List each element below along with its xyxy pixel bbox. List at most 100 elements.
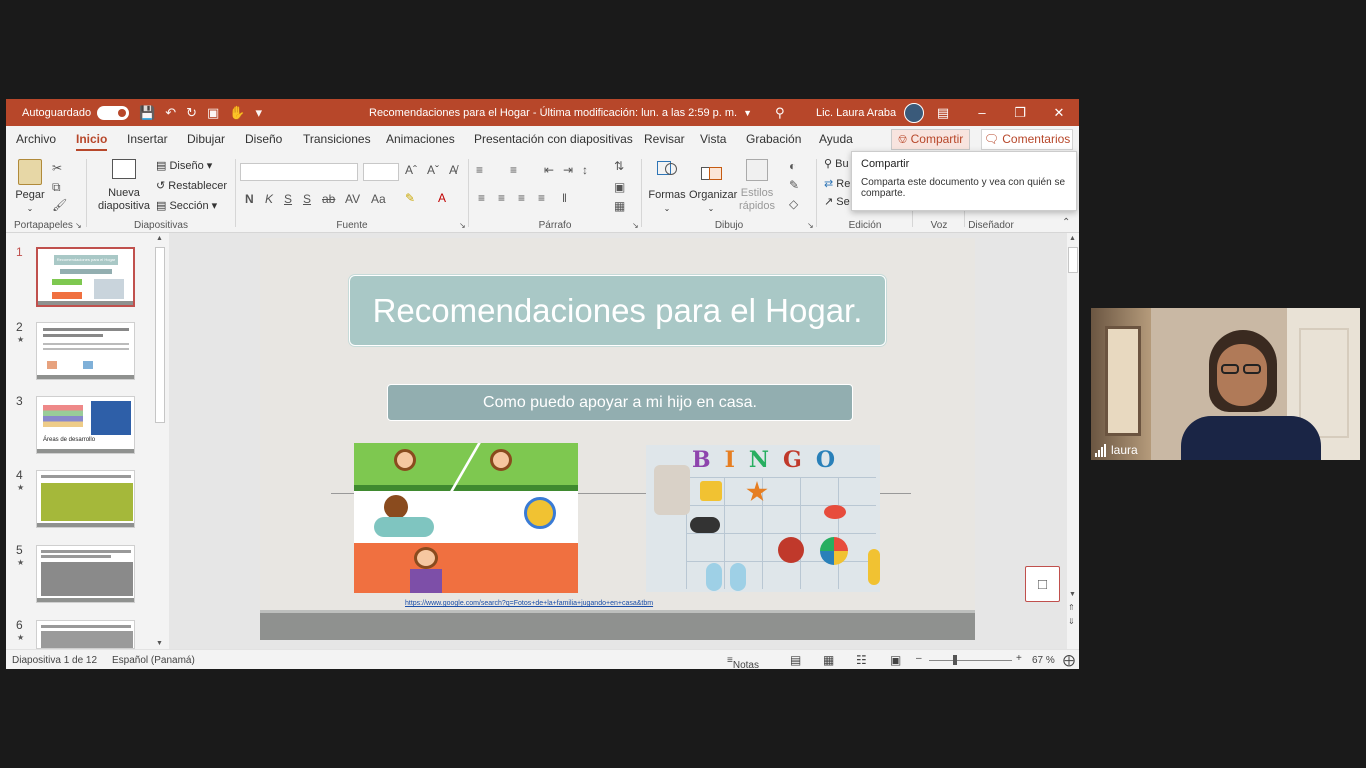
select-button[interactable]: ↗ Se bbox=[824, 195, 850, 208]
align-center-icon[interactable]: ≡ bbox=[498, 191, 505, 205]
restore-icon[interactable]: ❐ bbox=[1001, 99, 1039, 126]
highlight-icon[interactable]: ✎ bbox=[405, 191, 415, 205]
bullets-icon[interactable]: ≡ bbox=[476, 163, 483, 177]
previous-slide-icon[interactable]: ⇑ bbox=[1068, 603, 1075, 612]
dialog-launcher-icon[interactable]: ↘ bbox=[632, 221, 639, 230]
user-name[interactable]: Lic. Laura Araba bbox=[816, 107, 896, 119]
clear-format-icon[interactable]: A̸ bbox=[449, 163, 457, 177]
increase-indent-icon[interactable]: ⇥ bbox=[563, 163, 573, 177]
collapse-ribbon-icon[interactable]: ⌃ bbox=[1062, 217, 1070, 228]
shapes-button[interactable]: Formas ⌄ bbox=[647, 159, 687, 215]
share-button[interactable]: ⎊ Compartir bbox=[891, 129, 970, 150]
align-right-icon[interactable]: ≡ bbox=[518, 191, 525, 205]
avatar[interactable] bbox=[904, 102, 925, 123]
section-button[interactable]: ▤ Sección ▾ bbox=[156, 199, 217, 212]
chevron-down-icon[interactable]: ▼ bbox=[743, 108, 752, 118]
columns-icon[interactable]: ‖ bbox=[562, 191, 567, 205]
zoom-slider[interactable] bbox=[929, 660, 1012, 661]
ribbon-display-icon[interactable]: ▤ bbox=[924, 99, 962, 126]
font-color-icon[interactable]: A bbox=[438, 191, 446, 205]
font-size-combo[interactable] bbox=[363, 163, 399, 181]
tab-revisar[interactable]: Revisar bbox=[644, 126, 685, 153]
zoom-level[interactable]: 67 % bbox=[1032, 655, 1055, 666]
layout-button[interactable]: ▤ Diseño ▾ bbox=[156, 159, 212, 172]
comments-button[interactable]: 🗨 Comentarios bbox=[981, 129, 1073, 150]
italic-icon[interactable]: K bbox=[265, 192, 273, 206]
slide-editor[interactable]: Recomendaciones para el Hogar. Como pued… bbox=[169, 233, 1067, 649]
change-case-icon[interactable]: Aa bbox=[371, 192, 386, 206]
scroll-down-icon[interactable]: ▼ bbox=[156, 640, 163, 647]
font-name-combo[interactable] bbox=[240, 163, 358, 181]
close-icon[interactable]: ✕ bbox=[1040, 99, 1078, 126]
autosave-toggle[interactable] bbox=[97, 105, 130, 120]
find-button[interactable]: ⚲ Bu bbox=[824, 157, 849, 170]
scroll-down-icon[interactable]: ▼ bbox=[1069, 591, 1076, 598]
zoom-out-icon[interactable]: – bbox=[916, 653, 922, 664]
slide-thumbnail-5[interactable] bbox=[36, 545, 135, 603]
shape-outline-icon[interactable]: ✎ bbox=[789, 178, 799, 192]
language[interactable]: Español (Panamá) bbox=[112, 655, 195, 666]
normal-view-icon[interactable]: ▤ bbox=[790, 653, 801, 667]
tab-ayuda[interactable]: Ayuda bbox=[819, 126, 853, 153]
slide-scrollbar[interactable]: ▲ ▼ ⇑ ⇓ bbox=[1067, 233, 1079, 649]
arrange-button[interactable]: Organizar ⌄ bbox=[689, 159, 737, 215]
decrease-font-icon[interactable]: Aˇ bbox=[427, 163, 439, 177]
tab-vista[interactable]: Vista bbox=[700, 126, 726, 153]
redo-icon[interactable]: ↻ bbox=[186, 105, 197, 121]
replace-button[interactable]: ⇄ Re bbox=[824, 177, 850, 190]
slide-thumbnail-3[interactable]: Áreas de desarrollo bbox=[36, 396, 135, 454]
search-icon[interactable]: ⚲ bbox=[775, 105, 785, 121]
spacing-icon[interactable]: AV bbox=[345, 192, 360, 206]
notes-button[interactable]: ≡ Notas bbox=[727, 655, 759, 669]
tab-archivo[interactable]: Archivo bbox=[16, 126, 56, 153]
tab-dibujar[interactable]: Dibujar bbox=[187, 126, 225, 153]
increase-font-icon[interactable]: Aˆ bbox=[405, 163, 417, 177]
save-icon[interactable]: 💾 bbox=[139, 105, 155, 121]
reset-button[interactable]: ↺ Restablecer bbox=[156, 179, 227, 192]
scroll-thumb[interactable] bbox=[1068, 247, 1078, 273]
undo-icon[interactable]: ↶ bbox=[165, 105, 176, 121]
customize-qat-icon[interactable]: ▾ bbox=[255, 105, 262, 121]
new-slide-button[interactable]: Nueva diapositiva bbox=[92, 159, 156, 213]
family-activities-image[interactable] bbox=[354, 443, 578, 593]
quick-styles-button[interactable]: Estilos rápidos bbox=[735, 159, 779, 213]
tab-presentacion[interactable]: Presentación con diapositivas bbox=[474, 126, 633, 153]
tab-insertar[interactable]: Insertar bbox=[127, 126, 168, 153]
bingo-image[interactable]: B I N G O bbox=[646, 445, 880, 592]
slide-subtitle[interactable]: Como puedo apoyar a mi hijo en casa. bbox=[387, 384, 853, 421]
scroll-up-icon[interactable]: ▲ bbox=[1069, 235, 1076, 242]
paste-button[interactable]: Pegar ⌄ bbox=[14, 159, 46, 215]
slideshow-icon[interactable]: ▣ bbox=[890, 653, 901, 667]
zoom-in-icon[interactable]: + bbox=[1016, 653, 1022, 664]
justify-icon[interactable]: ≡ bbox=[538, 191, 545, 205]
scroll-thumb[interactable] bbox=[155, 247, 165, 423]
shape-effects-icon[interactable]: ◇ bbox=[789, 197, 798, 211]
numbering-icon[interactable]: ≡ bbox=[510, 163, 517, 177]
shadow-icon[interactable]: S bbox=[303, 192, 311, 206]
copy-icon[interactable]: ⧉ bbox=[52, 180, 61, 195]
dialog-launcher-icon[interactable]: ↘ bbox=[807, 221, 814, 230]
zoom-slider-thumb[interactable] bbox=[953, 655, 957, 665]
align-left-icon[interactable]: ≡ bbox=[478, 191, 485, 205]
slide-title[interactable]: Recomendaciones para el Hogar. bbox=[349, 275, 886, 346]
underline-icon[interactable]: S bbox=[284, 192, 292, 206]
current-slide[interactable]: Recomendaciones para el Hogar. Como pued… bbox=[260, 238, 975, 640]
slide-thumbnail-1[interactable]: Recomendaciones para el Hogar bbox=[36, 247, 135, 307]
format-painter-icon[interactable]: 🖌 bbox=[52, 198, 67, 212]
dialog-launcher-icon[interactable]: ↘ bbox=[459, 221, 466, 230]
reading-view-icon[interactable]: ☷ bbox=[856, 653, 867, 667]
next-slide-icon[interactable]: ⇓ bbox=[1068, 617, 1075, 626]
bookmark-button[interactable]: □ bbox=[1025, 566, 1060, 602]
tab-transiciones[interactable]: Transiciones bbox=[303, 126, 371, 153]
slide-thumbnail-4[interactable] bbox=[36, 470, 135, 528]
slide-sorter-icon[interactable]: ▦ bbox=[823, 653, 834, 667]
fit-to-window-icon[interactable]: ⨁ bbox=[1063, 653, 1075, 667]
strikethrough-icon[interactable]: ab bbox=[322, 192, 335, 206]
tab-grabacion[interactable]: Grabación bbox=[746, 126, 801, 153]
slide-thumbnail-6[interactable] bbox=[36, 620, 135, 649]
shape-fill-icon[interactable]: ◐ bbox=[789, 159, 796, 173]
dialog-launcher-icon[interactable]: ↘ bbox=[75, 221, 82, 230]
cut-icon[interactable]: ✂ bbox=[52, 161, 62, 175]
decrease-indent-icon[interactable]: ⇤ bbox=[544, 163, 554, 177]
bold-icon[interactable]: N bbox=[245, 192, 254, 206]
